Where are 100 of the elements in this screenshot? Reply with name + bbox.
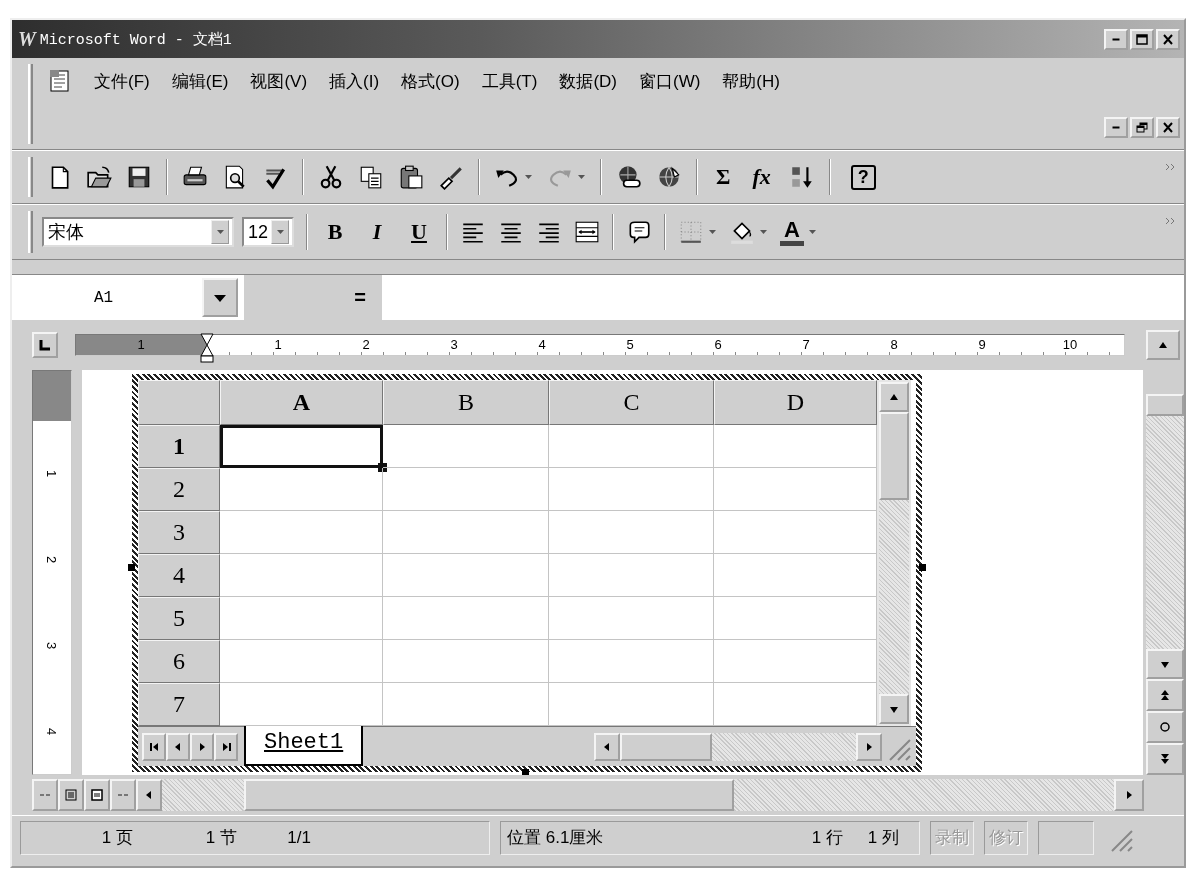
row-header[interactable]: 7 (138, 683, 220, 726)
clipboard-icon[interactable] (398, 164, 424, 190)
scroll-thumb[interactable] (1146, 394, 1184, 416)
menu-item[interactable]: 文件(F) (94, 67, 150, 95)
scroll-right-button[interactable] (1114, 779, 1144, 811)
indent-marker-icon[interactable] (200, 333, 214, 363)
row-header[interactable]: 2 (138, 468, 220, 511)
menu-item[interactable]: 窗口(W) (639, 67, 701, 95)
chevron-icon[interactable] (1165, 217, 1176, 225)
resize-handle[interactable] (128, 564, 135, 571)
sheet-nav-button[interactable] (214, 732, 238, 761)
row-header[interactable]: 6 (138, 640, 220, 683)
globe-with-link-icon[interactable] (616, 164, 642, 190)
page-view-button[interactable] (84, 779, 110, 811)
resize-handle[interactable] (522, 769, 529, 775)
select-all-corner[interactable] (138, 380, 220, 425)
dropdown-arrow-icon[interactable] (215, 228, 225, 236)
dropdown-arrow-icon[interactable] (759, 228, 768, 236)
scroll-left-button[interactable] (594, 732, 620, 761)
table-cell[interactable] (549, 554, 714, 597)
scissors-icon[interactable] (318, 164, 344, 190)
menu-item[interactable]: 工具(T) (481, 67, 538, 95)
minimize-button[interactable] (1104, 28, 1128, 50)
open-folder-icon[interactable] (86, 164, 112, 190)
table-cell[interactable] (714, 640, 877, 683)
sheet-nav-button[interactable] (166, 732, 190, 761)
table-cell[interactable] (220, 640, 383, 683)
column-header[interactable]: D (714, 380, 877, 425)
merge-center-icon[interactable] (574, 219, 600, 245)
scroll-right-button[interactable] (856, 732, 882, 761)
column-header[interactable]: B (383, 380, 549, 425)
name-box-dropdown[interactable] (202, 278, 238, 317)
scroll-thumb[interactable] (879, 412, 909, 500)
table-cell[interactable] (220, 554, 383, 597)
font-color-button[interactable]: A (780, 218, 804, 246)
column-header[interactable]: A (220, 380, 383, 425)
menu-item[interactable]: 插入(I) (329, 67, 380, 95)
table-cell[interactable] (714, 554, 877, 597)
resize-handle[interactable] (919, 564, 926, 571)
table-cell[interactable] (549, 511, 714, 554)
table-cell[interactable] (383, 425, 549, 468)
table-cell[interactable] (383, 554, 549, 597)
maximize-button[interactable] (1130, 28, 1154, 50)
table-cell[interactable] (714, 511, 877, 554)
column-header[interactable]: C (549, 380, 714, 425)
menu-item[interactable]: 帮助(H) (722, 67, 780, 95)
table-cell[interactable] (714, 597, 877, 640)
dropdown-arrow-icon[interactable] (807, 228, 817, 236)
dropdown-arrow-icon[interactable] (708, 228, 717, 236)
sheet-nav-button[interactable] (142, 732, 166, 761)
name-box[interactable]: A1 (12, 275, 202, 320)
table-cell[interactable] (549, 468, 714, 511)
scroll-down-button[interactable] (1146, 649, 1184, 679)
underline-button[interactable]: U (404, 219, 434, 245)
scroll-thumb[interactable] (620, 732, 712, 761)
autosum-button[interactable]: Σ (712, 164, 735, 190)
dropdown-arrow-icon[interactable] (275, 228, 285, 236)
table-cell[interactable] (220, 511, 383, 554)
table-cell[interactable] (220, 597, 383, 640)
menu-item[interactable]: 编辑(E) (171, 67, 229, 95)
function-button[interactable]: fx (748, 164, 775, 190)
font-size-field[interactable]: 12 (242, 217, 294, 247)
scroll-left-button[interactable] (136, 779, 162, 811)
scroll-down-button[interactable] (879, 694, 909, 724)
font-field[interactable]: 宋体 (42, 217, 234, 247)
row-header[interactable]: 1 (138, 425, 220, 468)
close-button[interactable] (1156, 28, 1180, 50)
next-page-button[interactable] (1146, 743, 1184, 775)
bold-button[interactable]: B (320, 219, 350, 245)
copy-icon[interactable] (358, 164, 384, 190)
minimize-button[interactable] (1104, 116, 1128, 138)
table-cell[interactable] (383, 511, 549, 554)
browse-object-button[interactable] (1146, 711, 1184, 743)
row-header[interactable]: 4 (138, 554, 220, 597)
close-button[interactable] (1156, 116, 1180, 138)
italic-button[interactable]: I (362, 219, 392, 245)
menu-item[interactable]: 视图(V) (250, 67, 308, 95)
table-cell[interactable] (383, 597, 549, 640)
help-button[interactable]: ? (850, 164, 876, 190)
dropdown-arrow-icon[interactable] (577, 173, 586, 181)
table-cell[interactable] (549, 425, 714, 468)
borders-icon[interactable] (678, 219, 704, 245)
previous-page-button[interactable] (1146, 679, 1184, 711)
table-cell[interactable] (714, 468, 877, 511)
table-cell[interactable] (549, 640, 714, 683)
table-cell[interactable] (714, 425, 877, 468)
globe-icon[interactable] (656, 164, 682, 190)
equals-button[interactable]: = (348, 285, 372, 310)
row-header[interactable]: 5 (138, 597, 220, 640)
menu-item[interactable]: 格式(O) (401, 67, 460, 95)
table-cell[interactable] (383, 640, 549, 683)
row-header[interactable]: 3 (138, 511, 220, 554)
table-cell[interactable] (549, 597, 714, 640)
paintbrush-icon[interactable] (438, 164, 464, 190)
table-cell[interactable] (383, 468, 549, 511)
restore-button[interactable] (1130, 116, 1154, 138)
chevron-icon[interactable] (1165, 163, 1176, 171)
tab-stop-button[interactable] (32, 332, 58, 358)
table-cell[interactable] (220, 468, 383, 511)
dropdown-arrow-icon[interactable] (524, 173, 533, 181)
